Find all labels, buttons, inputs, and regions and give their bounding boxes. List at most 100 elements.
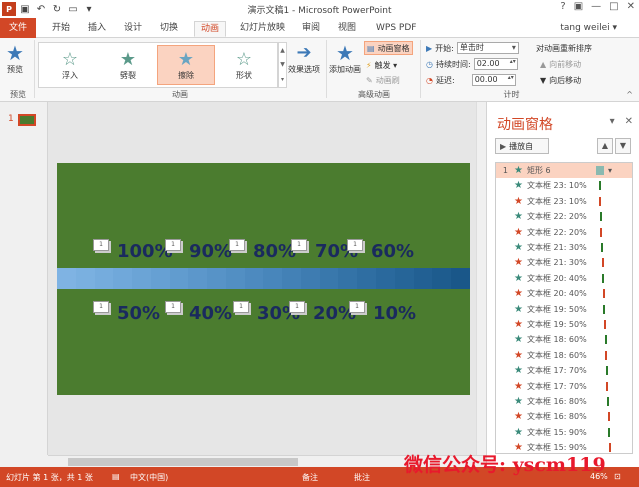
move-earlier-button[interactable]: ▲ 向前移动 (540, 57, 581, 71)
user-account[interactable]: tang weilei ▾ (560, 23, 617, 33)
move-later-button[interactable]: ▼ 向后移动 (540, 73, 581, 87)
tab-insert[interactable]: 插入 (88, 21, 106, 37)
tab-animations[interactable]: 动画 (194, 21, 227, 37)
timeline-bar[interactable] (600, 227, 603, 237)
effect-options-button[interactable]: ➔ 效果选项 (284, 42, 324, 75)
collapse-ribbon-icon[interactable]: ^ (626, 90, 633, 99)
animation-list-item[interactable]: ★ 文本框 20: 40% (496, 286, 632, 301)
timeline-bar[interactable] (596, 166, 604, 175)
animation-wipe[interactable]: ★ 擦除 (157, 45, 215, 85)
animation-order-tag[interactable]: 1 (93, 301, 109, 313)
tab-wps-pdf[interactable]: WPS PDF (376, 21, 416, 37)
animation-list-item[interactable]: ★ 文本框 21: 30% (496, 255, 632, 270)
notes-button[interactable]: 备注 (302, 472, 318, 483)
timeline-bar[interactable] (598, 181, 601, 191)
animation-pane-button[interactable]: ▤ 动画窗格 (364, 41, 413, 55)
preview-button[interactable]: ★ 预览 (6, 42, 24, 75)
animation-list-item[interactable]: ★ 文本框 19: 50% (496, 302, 632, 317)
percent-textbox[interactable]: 90% (189, 241, 232, 262)
horizontal-scroll-thumb[interactable] (68, 458, 298, 466)
timeline-bar[interactable] (606, 381, 609, 391)
timeline-bar[interactable] (601, 258, 604, 268)
animation-order-tag[interactable]: 1 (165, 239, 181, 251)
animation-list-item[interactable]: ★ 文本框 19: 50% (496, 317, 632, 332)
animation-list-item[interactable]: ★ 文本框 17: 70% (496, 379, 632, 394)
timeline-bar[interactable] (602, 289, 605, 299)
timeline-bar[interactable] (599, 212, 602, 222)
animation-order-tag[interactable]: 1 (233, 301, 249, 313)
animation-list-item[interactable]: ★ 文本框 15: 90% (496, 425, 632, 440)
add-animation-button[interactable]: ★ 添加动画 (328, 42, 362, 75)
timeline-bar[interactable] (608, 443, 611, 453)
percent-textbox[interactable]: 80% (253, 241, 296, 262)
percent-textbox[interactable]: 50% (117, 303, 160, 324)
animation-list-item[interactable]: ★ 文本框 22: 20% (496, 225, 632, 240)
tab-review[interactable]: 审阅 (302, 21, 320, 37)
animation-order-tag[interactable]: 1 (291, 239, 307, 251)
tab-file[interactable]: 文件 (0, 18, 36, 38)
timeline-bar[interactable] (602, 273, 605, 283)
duration-stepper[interactable]: 02.00 (473, 58, 518, 70)
timeline-bar[interactable] (605, 366, 608, 376)
tab-transitions[interactable]: 切换 (160, 21, 178, 37)
delay-stepper[interactable]: 00.00 (471, 74, 516, 86)
percent-textbox[interactable]: 60% (371, 241, 414, 262)
ribbon-display-icon[interactable]: ▣ (574, 1, 583, 12)
animation-list-item[interactable]: ★ 文本框 18: 60% (496, 332, 632, 347)
spellcheck-icon[interactable]: ▤ (112, 472, 120, 481)
timeline-bar[interactable] (601, 243, 603, 252)
animation-list-item[interactable]: ★ 文本框 23: 10% (496, 178, 632, 193)
close-icon[interactable]: ✕ (627, 1, 635, 12)
slide-canvas[interactable]: 1 100% 1 90% 1 80% 1 70% 1 60% 1 50% 1 40% 1 30% 1 20% 1 10… (57, 163, 470, 395)
animation-list-item[interactable]: ★ 文本框 16: 80% (496, 394, 632, 409)
animation-order-tag[interactable]: 1 (165, 301, 181, 313)
animation-order-tag[interactable]: 1 (347, 239, 363, 251)
gradient-band[interactable] (57, 268, 470, 289)
tab-slideshow[interactable]: 幻灯片放映 (240, 21, 285, 37)
timeline-bar[interactable] (599, 196, 602, 206)
timeline-bar[interactable] (607, 412, 610, 422)
animation-order-tag[interactable]: 1 (229, 239, 245, 251)
minimize-icon[interactable]: — (591, 1, 601, 12)
animation-list-item[interactable]: ★ 文本框 21: 30% (496, 240, 632, 255)
fit-slide-icon[interactable]: ⊡ (614, 472, 621, 481)
reorder-up-button[interactable]: ▲ (597, 138, 613, 154)
tab-design[interactable]: 设计 (124, 21, 142, 37)
language-indicator[interactable]: 中文(中国) (130, 472, 168, 483)
help-icon[interactable]: ? (560, 1, 565, 12)
animation-list-item[interactable]: ★ 文本框 16: 80% (496, 409, 632, 424)
pane-close-icon[interactable]: ✕ (625, 116, 633, 127)
animation-order-tag[interactable]: 1 (349, 301, 365, 313)
percent-textbox[interactable]: 40% (189, 303, 232, 324)
timeline-bar[interactable] (603, 304, 606, 314)
animation-painter-button[interactable]: ✎ 动画刷 (366, 73, 400, 87)
percent-textbox[interactable]: 10% (373, 303, 416, 324)
timeline-bar[interactable] (608, 427, 611, 437)
animation-list-item[interactable]: ★ 文本框 23: 10% (496, 194, 632, 209)
animation-order-tag[interactable]: 1 (93, 239, 109, 251)
animation-shape[interactable]: ☆ 形状 (215, 45, 273, 85)
timeline-bar[interactable] (605, 350, 608, 360)
animation-float-in[interactable]: ☆ 浮入 (41, 45, 99, 85)
animation-split[interactable]: ★ 劈裂 (99, 45, 157, 85)
trigger-button[interactable]: ⚡ 触发 ▾ (366, 58, 397, 72)
comments-button[interactable]: 批注 (354, 472, 370, 483)
animation-list-item[interactable]: ★ 文本框 18: 60% (496, 348, 632, 363)
maximize-icon[interactable]: □ (609, 1, 618, 12)
animation-list-item[interactable]: 1 ★ 矩形 6 ▾ (496, 163, 632, 178)
tab-home[interactable]: 开始 (52, 21, 70, 37)
animation-list-item[interactable]: ★ 文本框 20: 40% (496, 271, 632, 286)
start-select[interactable]: 单击时 (456, 42, 519, 54)
animation-order-tag[interactable]: 1 (289, 301, 305, 313)
animation-list-item[interactable]: ★ 文本框 17: 70% (496, 363, 632, 378)
vertical-scrollbar[interactable] (476, 102, 486, 455)
timeline-bar[interactable] (604, 335, 607, 345)
reorder-down-button[interactable]: ▼ (615, 138, 631, 154)
tab-view[interactable]: 视图 (338, 21, 356, 37)
timeline-bar[interactable] (604, 320, 606, 329)
play-from-button[interactable]: ▶ 播放自 (495, 138, 549, 154)
item-menu-dropdown-icon[interactable]: ▾ (608, 166, 612, 175)
slide-thumbnail[interactable] (18, 114, 36, 126)
pane-options-icon[interactable]: ▾ (610, 116, 615, 127)
animation-list-item[interactable]: ★ 文本框 22: 20% (496, 209, 632, 224)
